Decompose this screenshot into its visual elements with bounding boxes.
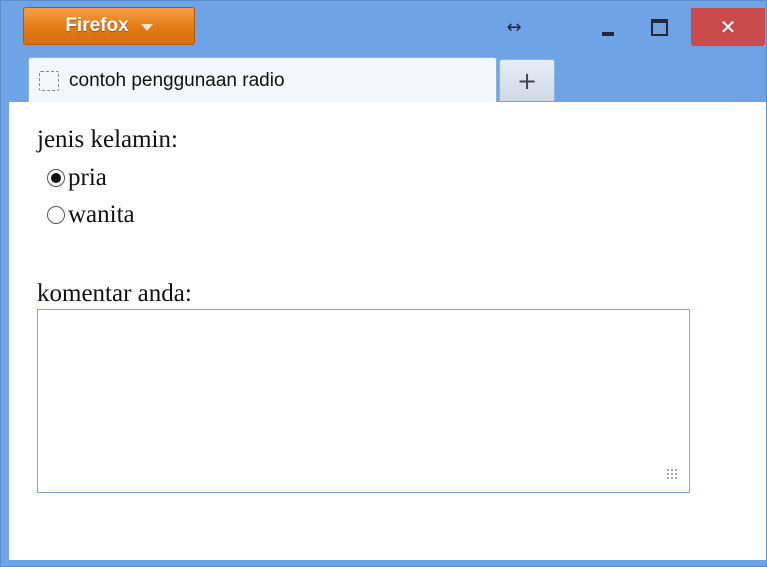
firefox-menu-label: Firefox — [65, 15, 129, 36]
tab-title: contoh penggunaan radio — [69, 69, 285, 91]
radio-option-wanita[interactable]: wanita — [47, 201, 135, 229]
page-content: jenis kelamin: pria wanita komentar anda… — [9, 102, 766, 560]
minimize-button[interactable] — [586, 9, 630, 45]
close-button[interactable]: ✕ — [691, 8, 765, 46]
maximize-button[interactable] — [636, 9, 682, 45]
default-page-icon — [39, 70, 59, 91]
radio-label-pria: pria — [68, 164, 107, 191]
radio-button-unchecked[interactable] — [47, 206, 65, 224]
resize-arrows-icon[interactable]: ↔ — [494, 9, 534, 45]
gender-label: jenis kelamin: — [37, 126, 178, 153]
comment-label: komentar anda: — [37, 280, 192, 307]
tab-active[interactable]: contoh penggunaan radio — [28, 57, 497, 103]
radio-dot-icon — [51, 173, 61, 183]
browser-window: Firefox ↔ ✕ contoh penggunaan radio + je… — [0, 0, 767, 567]
new-tab-button[interactable]: + — [499, 59, 555, 101]
radio-button-checked[interactable] — [47, 169, 65, 187]
resize-grip-icon[interactable] — [666, 468, 678, 480]
firefox-menu-button[interactable]: Firefox — [23, 7, 195, 45]
minimize-icon — [602, 32, 614, 36]
maximize-icon — [650, 18, 668, 36]
radio-label-wanita: wanita — [68, 201, 135, 228]
comment-textarea[interactable] — [37, 309, 690, 493]
dropdown-arrow-icon — [140, 23, 153, 31]
radio-option-pria[interactable]: pria — [47, 164, 107, 192]
